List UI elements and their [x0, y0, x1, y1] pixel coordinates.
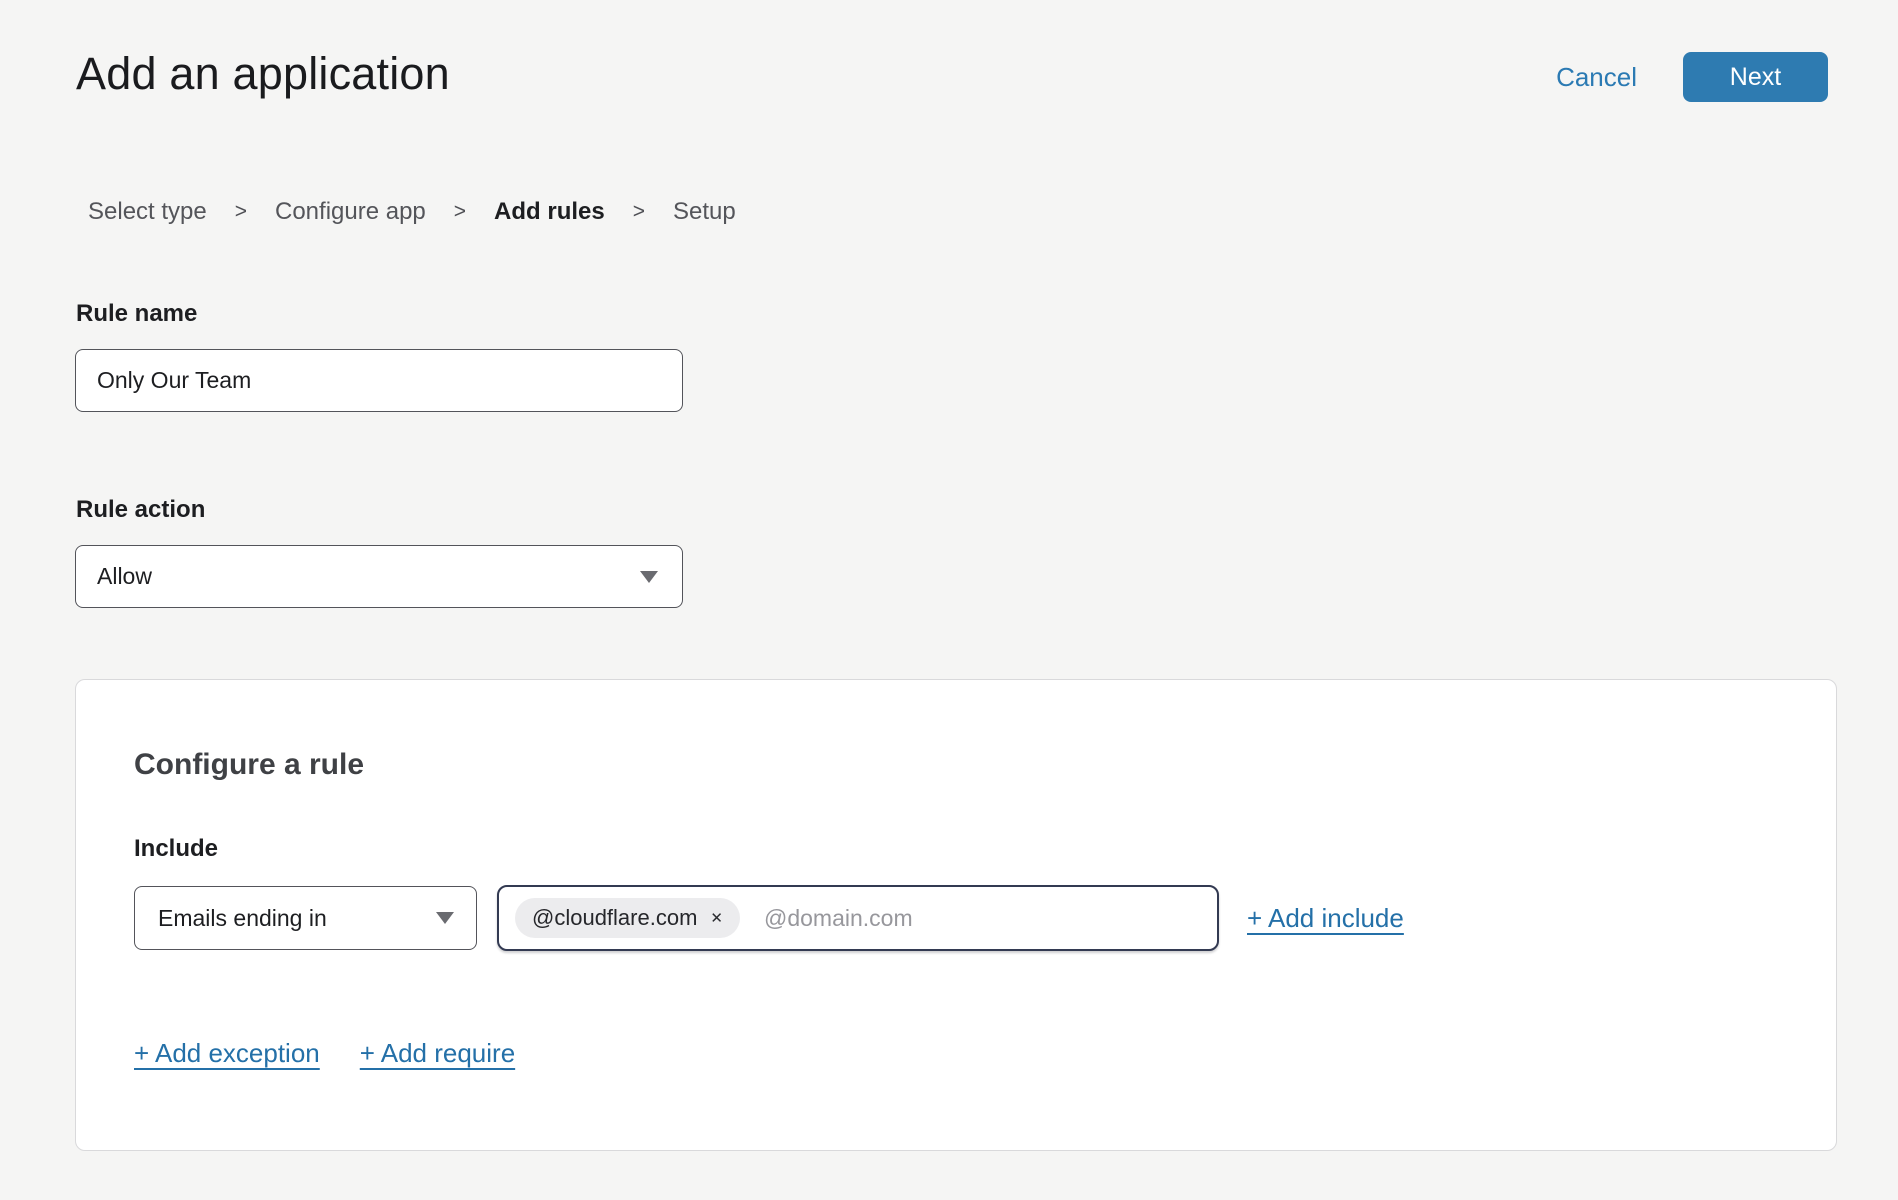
include-label: Include [134, 835, 218, 863]
step-add-rules[interactable]: Add rules [494, 198, 605, 226]
chevron-down-icon [640, 571, 658, 583]
next-button[interactable]: Next [1683, 52, 1828, 102]
rule-action-select[interactable]: Allow [75, 545, 683, 608]
configure-rule-card: Configure a rule Include Emails ending i… [75, 679, 1837, 1151]
card-heading: Configure a rule [134, 748, 364, 782]
header-actions: Cancel Next [1556, 52, 1828, 102]
add-require-link[interactable]: + Add require [360, 1038, 515, 1069]
chevron-down-icon [436, 912, 454, 924]
rule-name-label: Rule name [76, 300, 197, 328]
remove-tag-icon[interactable]: ✕ [710, 911, 723, 926]
cancel-button[interactable]: Cancel [1556, 62, 1637, 93]
breadcrumb: Select type > Configure app > Add rules … [88, 198, 736, 226]
email-domains-input[interactable]: @cloudflare.com ✕ [497, 885, 1219, 951]
step-separator: > [454, 200, 466, 224]
include-rule-row: Emails ending in @cloudflare.com ✕ + Add… [134, 885, 1404, 951]
step-select-type[interactable]: Select type [88, 198, 207, 226]
rule-action-value: Allow [97, 563, 152, 590]
page-title: Add an application [76, 48, 450, 100]
rule-name-input[interactable] [75, 349, 683, 412]
email-domain-tag: @cloudflare.com ✕ [515, 898, 740, 938]
card-links: + Add exception + Add require [134, 1038, 515, 1069]
step-separator: > [235, 200, 247, 224]
add-include-link[interactable]: + Add include [1247, 903, 1404, 934]
add-exception-link[interactable]: + Add exception [134, 1038, 320, 1069]
include-selector-value: Emails ending in [158, 905, 327, 932]
email-domain-entry[interactable] [764, 905, 1201, 932]
add-application-page: Add an application Cancel Next Select ty… [0, 0, 1898, 1200]
step-separator: > [633, 200, 645, 224]
step-setup[interactable]: Setup [673, 198, 736, 226]
step-configure-app[interactable]: Configure app [275, 198, 426, 226]
rule-action-label: Rule action [76, 496, 205, 524]
include-selector[interactable]: Emails ending in [134, 886, 477, 950]
email-domain-tag-label: @cloudflare.com [532, 905, 697, 931]
